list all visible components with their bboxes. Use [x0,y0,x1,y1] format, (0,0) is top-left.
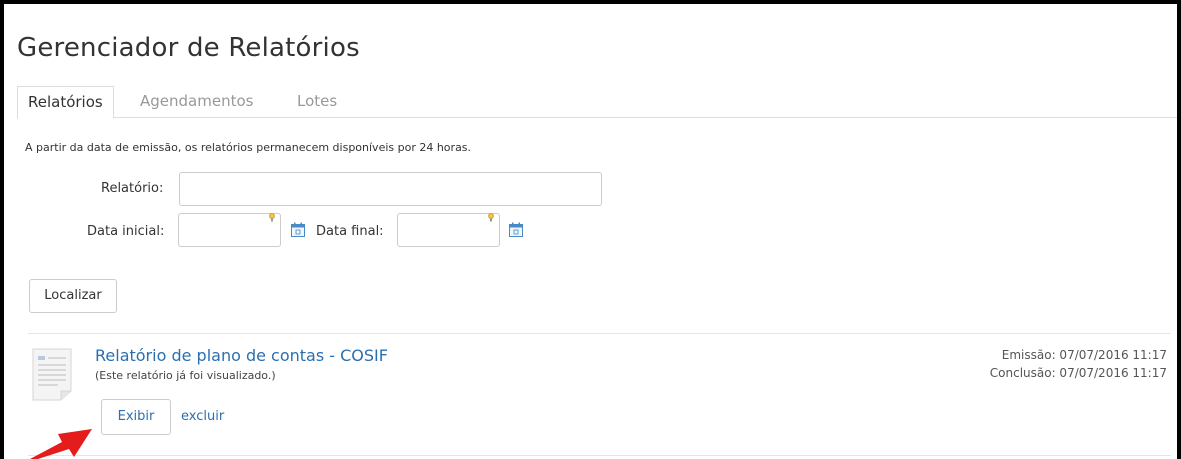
report-label: Relatório: [101,181,164,196]
tab-relatorios[interactable]: Relatórios [17,86,114,119]
report-title-link[interactable]: Relatório de plano de contas - COSIF [95,346,388,365]
document-icon [32,348,72,401]
start-date-input[interactable] [178,213,281,247]
start-date-label: Data inicial: [87,224,165,239]
delete-link[interactable]: excluir [181,409,224,424]
tab-bar: Relatórios Agendamentos Lotes [17,86,1177,119]
view-button[interactable]: Exibir [101,399,171,435]
calendar-icon[interactable] [508,222,524,238]
page-title: Gerenciador de Relatórios [17,33,360,63]
end-date-label: Data final: [316,224,384,239]
end-date-input[interactable] [397,213,500,247]
emission-date: Emissão: 07/07/2016 11:17 [1001,348,1167,362]
red-arrow-annotation [30,429,92,459]
availability-note: A partir da data de emissão, os relatóri… [25,141,472,154]
calendar-icon[interactable] [290,222,306,238]
lightbulb-icon [269,213,275,222]
report-input[interactable] [179,172,602,206]
report-status: (Este relatório já foi visualizado.) [95,369,276,382]
search-button[interactable]: Localizar [29,279,117,313]
lightbulb-icon [488,213,494,222]
tab-lotes[interactable]: Lotes [287,86,347,117]
results-bottom-divider [28,455,1171,456]
conclusion-date: Conclusão: 07/07/2016 11:17 [989,366,1167,380]
results-divider [28,333,1171,334]
tab-agendamentos[interactable]: Agendamentos [130,86,263,117]
